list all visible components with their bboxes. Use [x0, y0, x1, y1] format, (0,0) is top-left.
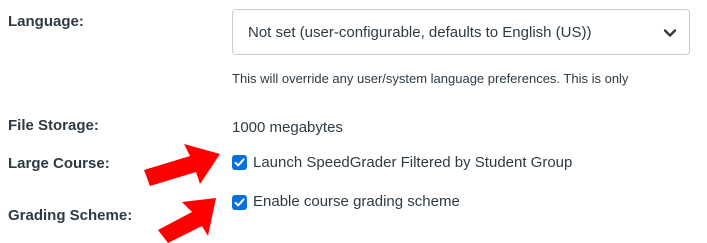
checkmark-icon [234, 158, 245, 167]
language-label: Language: [8, 13, 84, 30]
file-storage-value: 1000 megabytes [232, 119, 343, 136]
language-hint: This will override any user/system langu… [232, 71, 629, 86]
large-course-checkbox-label[interactable]: Launch SpeedGrader Filtered by Student G… [253, 154, 572, 171]
grading-scheme-checkbox-label[interactable]: Enable course grading scheme [253, 193, 460, 210]
course-settings-panel: Language: Not set (user-configurable, de… [0, 0, 707, 243]
chevron-down-icon [663, 29, 677, 37]
annotation-arrow-icon [144, 144, 220, 186]
large-course-checkbox[interactable] [232, 155, 247, 170]
grading-scheme-label: Grading Scheme: [8, 207, 133, 224]
annotation-arrow-icon [158, 198, 216, 243]
language-select-value: Not set (user-configurable, defaults to … [248, 24, 592, 41]
large-course-label: Large Course: [8, 155, 110, 172]
grading-scheme-checkbox[interactable] [232, 195, 247, 210]
file-storage-label: File Storage: [8, 117, 99, 134]
language-select[interactable]: Not set (user-configurable, defaults to … [232, 9, 690, 55]
checkmark-icon [234, 198, 245, 207]
